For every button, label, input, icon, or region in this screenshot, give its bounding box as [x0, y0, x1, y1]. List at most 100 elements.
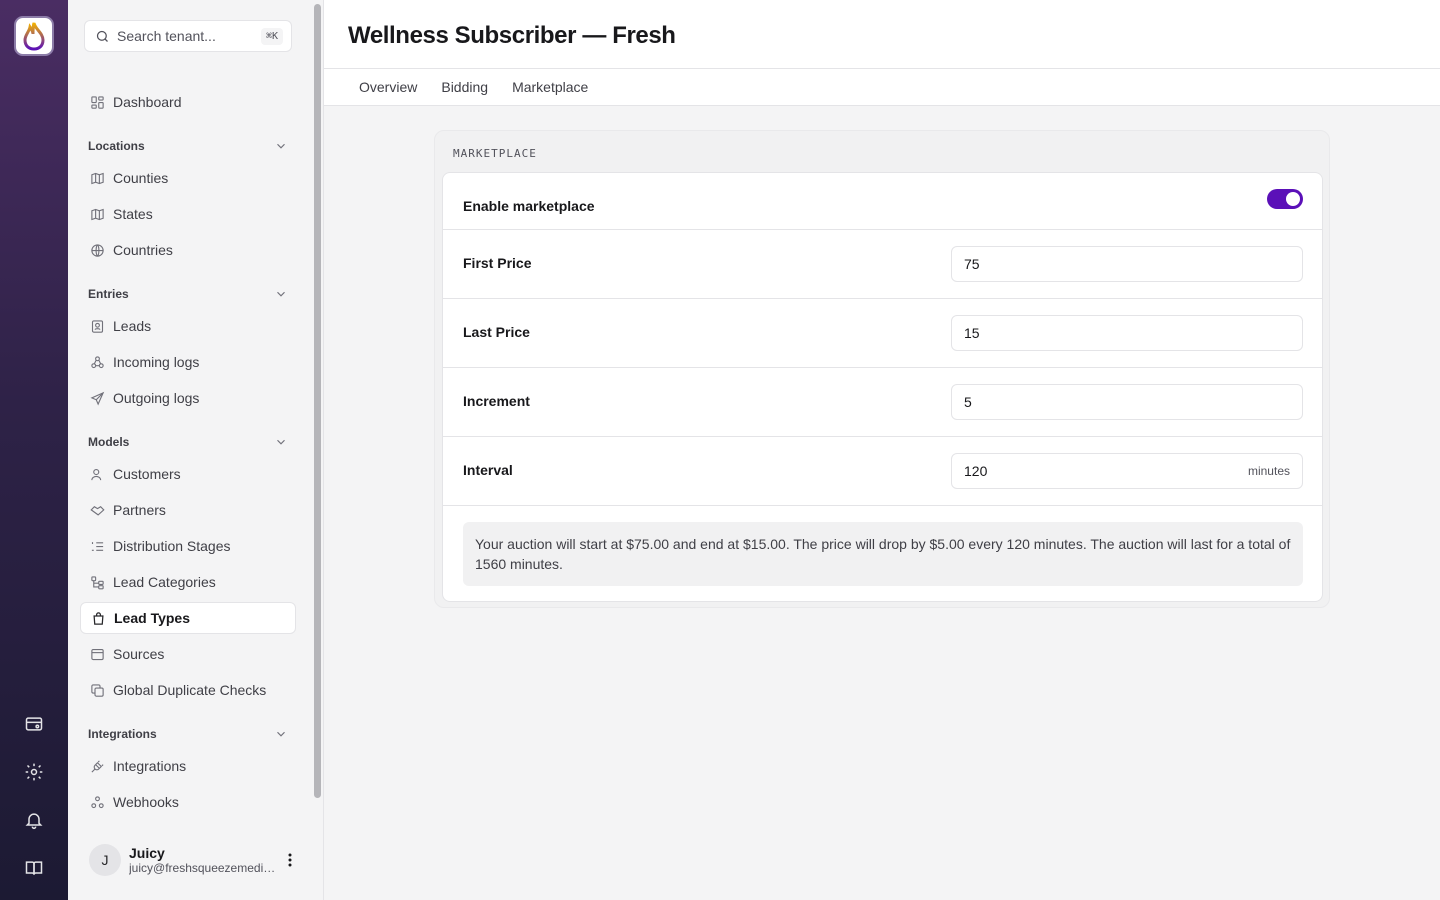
- auction-summary: Your auction will start at $75.00 and en…: [463, 522, 1303, 586]
- search-input[interactable]: Search tenant... ⌘K: [84, 20, 292, 52]
- sidebar-item-lead-types[interactable]: Lead Types: [80, 602, 296, 634]
- sidebar-item-outgoing-logs[interactable]: Outgoing logs: [80, 382, 296, 414]
- interval-input[interactable]: 120 minutes: [951, 453, 1303, 489]
- chevron-down-icon: [277, 731, 285, 737]
- tab-marketplace[interactable]: Marketplace: [500, 79, 600, 95]
- enable-marketplace-label: Enable marketplace: [463, 198, 595, 214]
- increment-input[interactable]: 5: [951, 384, 1303, 420]
- tab-bidding[interactable]: Bidding: [429, 79, 500, 95]
- send-icon: [89, 390, 105, 406]
- app-rail: [0, 0, 68, 900]
- bell-icon[interactable]: [22, 808, 46, 832]
- toggle-knob: [1286, 192, 1300, 206]
- sidebar-item-label: Counties: [113, 170, 169, 186]
- last-price-label: Last Price: [463, 324, 530, 340]
- sidebar-item-label: Global Duplicate Checks: [113, 682, 267, 698]
- group-title: Locations: [88, 139, 145, 153]
- group-title: Entries: [88, 287, 129, 301]
- group-models[interactable]: Models: [80, 426, 296, 458]
- sidebar-scrollbar[interactable]: [311, 0, 324, 820]
- sidebar-item-partners[interactable]: Partners: [80, 494, 296, 526]
- sidebar-item-label: Integrations: [113, 758, 187, 774]
- last-price-input[interactable]: 15: [951, 315, 1303, 351]
- globe-icon: [89, 242, 105, 258]
- sidebar-item-integrations[interactable]: Integrations: [80, 750, 296, 782]
- group-entries[interactable]: Entries: [80, 278, 296, 310]
- group-locations[interactable]: Locations: [80, 130, 296, 162]
- group-title: Models: [88, 435, 130, 449]
- sidebar-item-customers[interactable]: Customers: [80, 458, 296, 490]
- first-price-label: First Price: [463, 255, 532, 271]
- handshake-icon: [89, 502, 105, 518]
- users-icon: [89, 466, 105, 482]
- user-meta: Juicy juicy@freshsqueezemedia.com: [129, 845, 279, 875]
- interval-label: Interval: [463, 462, 513, 478]
- user-card[interactable]: J Juicy juicy@freshsqueezemedia.com: [68, 820, 324, 900]
- webhook-icon: [89, 794, 105, 810]
- enable-marketplace-row: Enable marketplace: [443, 173, 1322, 230]
- tab-bar: Overview Bidding Marketplace: [324, 69, 1440, 106]
- sidebar-item-dashboard[interactable]: Dashboard: [80, 86, 296, 118]
- sidebar-item-incoming-logs[interactable]: Incoming logs: [80, 346, 296, 378]
- sidebar-item-distribution-stages[interactable]: Distribution Stages: [80, 530, 296, 562]
- user-name: Juicy: [129, 845, 165, 861]
- scrollbar-thumb[interactable]: [314, 4, 321, 798]
- sidebar-item-leads[interactable]: Leads: [80, 310, 296, 342]
- list-ordered-icon: [89, 538, 105, 554]
- sidebar-item-webhooks[interactable]: Webhooks: [80, 786, 296, 818]
- tab-overview[interactable]: Overview: [347, 79, 429, 95]
- sidebar-item-label: Countries: [113, 242, 173, 258]
- sidebar-item-label: Incoming logs: [113, 354, 200, 370]
- search-placeholder: Search tenant...: [117, 28, 216, 44]
- first-price-input[interactable]: 75: [951, 246, 1303, 282]
- window-icon: [89, 646, 105, 662]
- sidebar-item-counties[interactable]: Counties: [80, 162, 296, 194]
- sidebar-nav: Dashboard Locations Counties States Coun…: [80, 86, 296, 822]
- gear-icon[interactable]: [22, 760, 46, 784]
- chevron-down-icon: [277, 439, 285, 445]
- app-logo[interactable]: [14, 16, 54, 56]
- last-price-row: Last Price 15: [443, 299, 1322, 368]
- sidebar-item-states[interactable]: States: [80, 198, 296, 230]
- wallet-icon[interactable]: [22, 712, 46, 736]
- sidebar-item-label: Lead Categories: [113, 574, 216, 590]
- group-integrations[interactable]: Integrations: [80, 718, 296, 750]
- plug-icon: [89, 758, 105, 774]
- main-content: Wellness Subscriber — Fresh Overview Bid…: [324, 0, 1440, 900]
- avatar: J: [89, 844, 121, 876]
- interval-value: 120: [964, 463, 988, 479]
- map-fold-icon: [89, 206, 105, 222]
- marketplace-card: MARKETPLACE Enable marketplace First Pri…: [434, 130, 1330, 608]
- map-icon: [89, 170, 105, 186]
- increment-value: 5: [964, 394, 972, 410]
- marketplace-form: Enable marketplace First Price 75 Last P…: [442, 172, 1323, 602]
- sidebar-item-lead-categories[interactable]: Lead Categories: [80, 566, 296, 598]
- first-price-value: 75: [964, 256, 980, 272]
- enable-marketplace-toggle[interactable]: [1267, 189, 1303, 209]
- sidebar-item-label: Customers: [113, 466, 181, 482]
- increment-row: Increment 5: [443, 368, 1322, 437]
- dashboard-icon: [89, 94, 105, 110]
- sidebar-item-sources[interactable]: Sources: [80, 638, 296, 670]
- more-vertical-icon[interactable]: [282, 852, 298, 868]
- section-label: MARKETPLACE: [453, 147, 537, 160]
- page-title: Wellness Subscriber — Fresh: [348, 22, 676, 49]
- sidebar-item-label: Distribution Stages: [113, 538, 231, 554]
- copy-icon: [89, 682, 105, 698]
- flame-icon: [23, 22, 45, 51]
- interval-row: Interval 120 minutes: [443, 437, 1322, 506]
- book-icon[interactable]: [22, 856, 46, 880]
- shopping-bag-icon: [90, 610, 106, 626]
- sidebar-item-label: Leads: [113, 318, 152, 334]
- search-icon: [96, 30, 108, 42]
- sidebar-item-label: Webhooks: [113, 794, 179, 810]
- webhook-icon: [89, 354, 105, 370]
- sidebar-item-label: Partners: [113, 502, 166, 518]
- sidebar-item-global-duplicate-checks[interactable]: Global Duplicate Checks: [80, 674, 296, 706]
- sidebar-item-countries[interactable]: Countries: [80, 234, 296, 266]
- chevron-down-icon: [277, 143, 285, 149]
- chevron-down-icon: [277, 291, 285, 297]
- sidebar-item-label: Outgoing logs: [113, 390, 200, 406]
- sidebar-item-label: Sources: [113, 646, 165, 662]
- sidebar: Search tenant... ⌘K Dashboard Locations …: [68, 0, 324, 900]
